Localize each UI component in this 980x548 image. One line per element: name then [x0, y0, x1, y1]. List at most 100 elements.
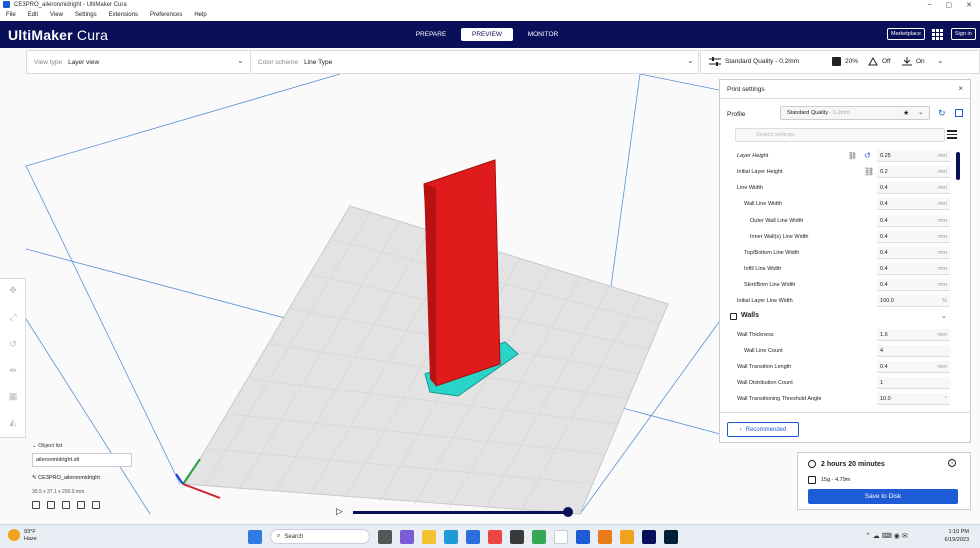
chrome-icon[interactable] [532, 529, 546, 544]
object-list-header[interactable]: ⌄ Object list [32, 443, 62, 449]
recommended-button[interactable]: ‹ Recommended [727, 422, 799, 437]
weather-widget[interactable]: 93°F Haze [8, 529, 37, 543]
store-icon[interactable] [510, 529, 524, 544]
setting-unit: mm [937, 266, 947, 272]
info-icon[interactable]: i [948, 459, 956, 467]
menu-edit[interactable]: Edit [28, 12, 38, 18]
photoshop-icon[interactable] [664, 529, 678, 544]
taskbar-clock[interactable]: 1:10 PM 6/19/2023 [925, 528, 969, 544]
per-model-settings-icon[interactable]: ▦ [8, 391, 18, 401]
play-icon[interactable]: ▷ [336, 506, 343, 517]
setting-field[interactable]: 0.4 mm [877, 279, 950, 291]
3d-view-icon[interactable] [32, 501, 40, 509]
right-view-icon[interactable] [92, 501, 100, 509]
word-icon[interactable] [576, 529, 590, 544]
print-setup-bar[interactable]: Standard Quality - 0.2mm 20% Off On ⌄ [700, 50, 980, 74]
color-scheme-select[interactable]: Color scheme Line Type [251, 51, 691, 73]
file-explorer-icon[interactable] [422, 529, 436, 544]
scale-tool-icon[interactable]: ⤢ [8, 312, 18, 322]
menu-extensions[interactable]: Extensions [109, 12, 138, 18]
chevron-down-icon[interactable]: ⌄ [918, 108, 924, 116]
setting-field[interactable]: 1 [877, 377, 950, 389]
setting-label: Wall Line Count [744, 348, 783, 354]
rotate-tool-icon[interactable]: ↺ [8, 339, 18, 349]
setting-value: 1 [880, 380, 884, 386]
reset-profile-icon[interactable]: ↻ [938, 108, 946, 119]
system-tray[interactable]: ⌃ ☁ ⌨ ◉ ✉ [865, 532, 908, 540]
setting-field[interactable]: 0.4 mm [877, 263, 950, 275]
star-icon[interactable]: ★ [903, 109, 909, 117]
app-logo: UltiMaker Cura [8, 27, 108, 43]
apps-grid-icon[interactable] [932, 29, 943, 40]
setting-field[interactable]: 0.2 mm [877, 166, 950, 178]
setting-field[interactable]: 0.4 mm [877, 182, 950, 194]
setting-field[interactable]: 4 [877, 345, 950, 357]
sign-in-button[interactable]: Sign in [951, 28, 976, 40]
tab-monitor[interactable]: MONITOR [517, 28, 569, 41]
layer-simulation-slider[interactable] [353, 511, 568, 514]
task-view-icon[interactable] [378, 529, 392, 544]
marketplace-button[interactable]: Marketplace [887, 28, 925, 40]
setting-unit: % [942, 298, 947, 304]
setting-field[interactable]: 0.4 mm [877, 198, 950, 210]
mail-icon[interactable] [466, 529, 480, 544]
maximize-icon[interactable]: ▢ [946, 1, 953, 9]
adhesion-indicator[interactable]: On [902, 57, 925, 66]
object-list-item[interactable]: aileronmidright.stl [32, 453, 132, 467]
clock-icon [808, 460, 816, 468]
menu-preferences[interactable]: Preferences [150, 12, 182, 18]
notes-icon[interactable] [598, 529, 612, 544]
setting-field[interactable]: 1.6 mm [877, 329, 950, 341]
close-icon[interactable]: ✕ [966, 1, 972, 9]
setting-field[interactable]: 10.0 ° [877, 393, 950, 405]
walls-section-header[interactable]: Walls [730, 312, 759, 320]
job-name[interactable]: ✎ CE3PRO_aileronmidright [32, 475, 100, 481]
menu-help[interactable]: Help [194, 12, 206, 18]
save-profile-icon[interactable] [955, 109, 963, 117]
chevron-down-icon[interactable]: ⌄ [941, 312, 947, 320]
move-tool-icon[interactable]: ✥ [8, 285, 18, 295]
taskbar-search[interactable]: ⌕ Search [270, 529, 370, 544]
settings-menu-icon[interactable] [947, 130, 957, 141]
setting-field[interactable]: 0.4 mm [877, 247, 950, 259]
top-view-icon[interactable] [62, 501, 70, 509]
setting-field[interactable]: 0.25 mm [877, 150, 950, 162]
setting-field[interactable]: 0.4 mm [877, 215, 950, 227]
left-view-icon[interactable] [77, 501, 85, 509]
link-icon[interactable]: ⛓ [848, 152, 857, 160]
support-indicator[interactable]: Off [868, 57, 891, 66]
cura-taskbar-icon[interactable] [642, 529, 656, 544]
front-view-icon[interactable] [47, 501, 55, 509]
save-to-disk-button[interactable]: Save to Disk [808, 489, 958, 504]
walls-icon [730, 313, 737, 320]
link-icon[interactable]: ⛓ [864, 167, 874, 176]
view-type-select[interactable]: View type Layer view [27, 51, 247, 73]
setting-label: Line Width [737, 185, 763, 191]
adhesion-value: On [916, 58, 925, 65]
menu-settings[interactable]: Settings [75, 12, 97, 18]
mirror-tool-icon[interactable]: ⇹ [8, 365, 18, 375]
layer-slider-handle[interactable] [563, 507, 573, 517]
infill-indicator[interactable]: 20% [832, 57, 858, 66]
tab-prepare[interactable]: PREPARE [405, 28, 457, 41]
edge-icon[interactable] [444, 529, 458, 544]
menu-view[interactable]: View [50, 12, 63, 18]
reset-icon[interactable]: ↺ [864, 151, 871, 160]
quality-profile[interactable]: Standard Quality - 0.2mm [709, 57, 799, 66]
office-icon[interactable] [488, 529, 502, 544]
chat-icon[interactable] [400, 529, 414, 544]
start-icon[interactable] [248, 529, 262, 544]
setting-field[interactable]: 0.4 mm [877, 361, 950, 373]
support-blocker-icon[interactable]: ◭ [8, 417, 18, 427]
close-icon[interactable]: × [958, 84, 963, 93]
search-settings-input[interactable]: Search settings [735, 128, 945, 142]
minimize-icon[interactable]: – [928, 1, 932, 9]
setting-row: Initial Layer Line Width 100.0% [720, 295, 960, 309]
setting-field[interactable]: 100.0% [877, 295, 950, 307]
tab-preview[interactable]: PREVIEW [461, 28, 513, 41]
settings-scrollbar[interactable] [956, 152, 960, 180]
files-icon[interactable] [620, 529, 634, 544]
setting-field[interactable]: 0.4 mm [877, 231, 950, 243]
menu-file[interactable]: File [6, 12, 16, 18]
app-r-icon[interactable] [554, 529, 568, 544]
